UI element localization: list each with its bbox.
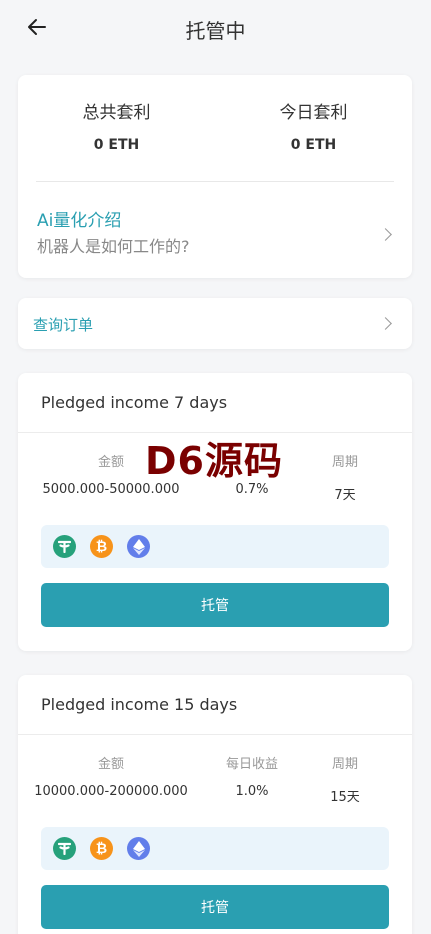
amount-header: 金额 <box>97 757 124 772</box>
total-arbitrage-label: 总共套利 <box>82 103 151 123</box>
query-orders-link[interactable]: 查询订单 <box>18 298 412 349</box>
stats-card: 总共套利 0 ETH 今日套利 0 ETH Ai量化介绍 机器人是如何工作的? <box>18 75 412 278</box>
ai-intro-title: Ai量化介绍 <box>37 211 122 231</box>
query-orders-label: 查询订单 <box>33 316 94 334</box>
coin-list: ₿ <box>41 827 389 870</box>
period-header: 周期 <box>331 757 358 772</box>
custody-button[interactable]: 托管 <box>41 583 389 627</box>
stats-row: 总共套利 0 ETH 今日套利 0 ETH <box>18 75 412 181</box>
period-column: 周期 7天 <box>300 451 390 503</box>
amount-header: 金额 <box>97 455 124 470</box>
amount-value: 10000.000-200000.000 <box>34 784 188 799</box>
amount-column: 金额 10000.000-200000.000 <box>18 753 204 805</box>
period-value: 7天 <box>334 488 356 503</box>
total-arbitrage-value: 0 ETH <box>93 137 140 153</box>
plan-details: 金额 10000.000-200000.000 每日收益 1.0% 周期 15天 <box>18 735 412 805</box>
chevron-right-icon <box>379 317 392 330</box>
rate-header: 每日收益 <box>225 757 278 772</box>
today-arbitrage: 今日套利 0 ETH <box>215 75 412 181</box>
amount-column: 金额 5000.000-50000.000 <box>18 451 204 503</box>
page-title: 托管中 <box>185 18 246 43</box>
rate-value: 1.0% <box>235 784 269 799</box>
header: 托管中 <box>0 0 431 58</box>
plan-card: Pledged income 15 days 金额 10000.000-2000… <box>18 675 412 934</box>
rate-value: 0.7% <box>235 482 269 497</box>
plan-details: 金额 5000.000-50000.000 0.7% 周期 7天 <box>18 433 412 503</box>
ai-intro-link[interactable]: Ai量化介绍 机器人是如何工作的? <box>18 182 412 278</box>
amount-value: 5000.000-50000.000 <box>42 482 180 497</box>
total-arbitrage: 总共套利 0 ETH <box>18 75 215 181</box>
arrow-left-icon <box>28 19 46 35</box>
plan-card: Pledged income 7 days 金额 5000.000-50000.… <box>18 373 412 651</box>
eth-icon <box>127 837 150 860</box>
custody-button[interactable]: 托管 <box>41 885 389 929</box>
usdt-icon <box>53 837 76 860</box>
usdt-icon <box>53 535 76 558</box>
period-header: 周期 <box>331 455 358 470</box>
plan-title: Pledged income 15 days <box>18 675 412 735</box>
back-button[interactable] <box>24 14 50 40</box>
ai-intro-subtitle: 机器人是如何工作的? <box>37 237 190 256</box>
btc-icon: ₿ <box>90 837 113 860</box>
rate-column: 0.7% <box>204 451 300 503</box>
eth-icon <box>127 535 150 558</box>
today-arbitrage-label: 今日套利 <box>279 103 348 123</box>
period-value: 15天 <box>330 790 360 805</box>
rate-column: 每日收益 1.0% <box>204 753 300 805</box>
today-arbitrage-value: 0 ETH <box>290 137 337 153</box>
btc-icon: ₿ <box>90 535 113 558</box>
rate-header <box>204 451 300 467</box>
coin-list: ₿ <box>41 525 389 568</box>
period-column: 周期 15天 <box>300 753 390 805</box>
plan-title: Pledged income 7 days <box>18 373 412 433</box>
